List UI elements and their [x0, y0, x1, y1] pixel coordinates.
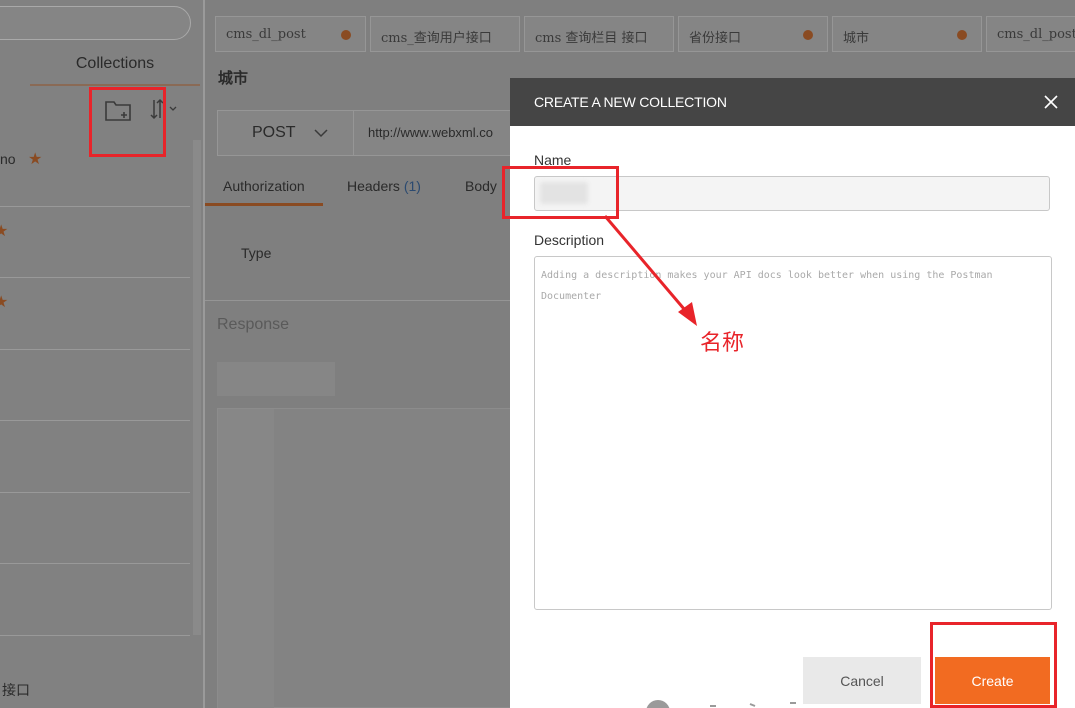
response-gutter [218, 409, 274, 708]
close-button[interactable] [1037, 88, 1065, 116]
annotation-box-new-collection [89, 87, 166, 157]
response-toolbar-placeholder [217, 362, 335, 396]
modal-title: CREATE A NEW COLLECTION [534, 94, 727, 110]
request-tab-label: cms 查询栏目 接口 [535, 31, 648, 46]
close-icon [1044, 95, 1058, 109]
list-item[interactable] [0, 493, 190, 564]
unsaved-dot-icon [803, 30, 813, 40]
tab-headers-label: Headers [347, 178, 400, 194]
request-tab[interactable]: 省份接口 [678, 16, 828, 52]
list-item[interactable] [0, 421, 190, 493]
star-icon[interactable]: ★ [0, 292, 8, 312]
list-item[interactable] [0, 564, 190, 636]
section-divider [205, 300, 510, 301]
method-select[interactable]: POST [218, 111, 354, 155]
unsaved-dot-icon [957, 30, 967, 40]
tab-authorization-label: Authorization [223, 178, 305, 194]
url-bar: POST http://www.webxml.co [217, 110, 517, 156]
annotation-text: 名称 [700, 331, 745, 356]
annotation-box-create [930, 622, 1057, 708]
list-item[interactable]: ★ [0, 207, 190, 278]
request-title: 城市 [218, 70, 249, 87]
list-item-label: no [0, 151, 16, 167]
request-tab[interactable]: cms_dl_post [215, 16, 366, 52]
tab-collections[interactable]: Collections [30, 50, 200, 86]
url-input[interactable]: http://www.webxml.co [368, 125, 493, 140]
request-tab[interactable]: 城市 [832, 16, 982, 52]
tab-headers[interactable]: Headers (1) [329, 170, 439, 206]
collection-list: no ★ ★ ★ [0, 135, 190, 636]
request-tab[interactable]: cms_查询用户接口 [370, 16, 520, 52]
auth-type-label: Type [241, 245, 272, 261]
tab-authorization[interactable]: Authorization [205, 170, 323, 206]
response-heading: Response [217, 316, 290, 333]
sidebar-search-input[interactable] [0, 6, 191, 40]
method-label: POST [252, 124, 296, 141]
description-input[interactable] [534, 256, 1052, 610]
sidebar-scrollbar[interactable] [193, 140, 201, 635]
request-tab-label: 城市 [843, 31, 870, 46]
star-icon[interactable]: ★ [0, 221, 8, 241]
star-icon[interactable]: ★ [28, 149, 42, 169]
modal-header: CREATE A NEW COLLECTION [510, 78, 1075, 126]
chevron-down-icon [314, 129, 328, 138]
sidebar-bottom-label: 接口 [2, 682, 30, 698]
request-tab-label: cms_dl_post [997, 27, 1075, 42]
unsaved-dot-icon [341, 30, 351, 40]
request-tab-label: cms_dl_post [226, 27, 306, 42]
list-item[interactable]: ★ [0, 278, 190, 350]
request-tab-label: 省份接口 [689, 31, 742, 46]
footer-illustration-icon [646, 700, 796, 708]
request-tab-label: cms_查询用户接口 [381, 31, 492, 46]
annotation-box-name [502, 166, 619, 219]
description-label: Description [534, 232, 605, 248]
list-item[interactable] [0, 350, 190, 421]
request-tab[interactable]: cms_dl_post [986, 16, 1075, 52]
request-tab[interactable]: cms 查询栏目 接口 [524, 16, 674, 52]
headers-count-badge: (1) [403, 178, 421, 194]
cancel-button[interactable]: Cancel [803, 657, 921, 704]
tab-body-label: Body [465, 178, 497, 194]
response-body [217, 408, 517, 708]
request-tabs: cms_dl_post cms_查询用户接口 cms 查询栏目 接口 省份接口 … [215, 16, 1075, 52]
